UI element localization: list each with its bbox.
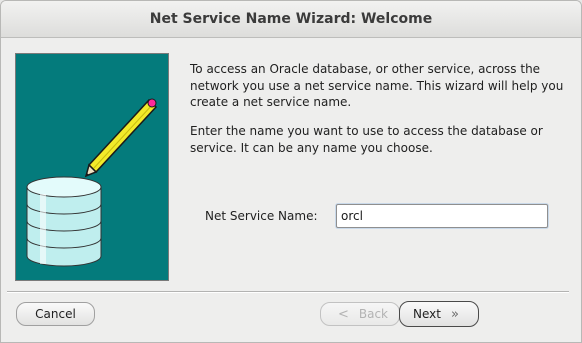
wizard-content: To access an Oracle database, or other s… [1, 38, 581, 342]
chevron-left-icon: < [337, 306, 349, 322]
back-button[interactable]: < Back [320, 302, 400, 326]
database-icon [26, 176, 102, 267]
database-pencil-icon [26, 98, 158, 267]
cancel-label: Cancel [35, 307, 76, 321]
chevron-right-icon: » [451, 306, 459, 322]
database-pencil-illustration [15, 53, 169, 281]
window-title: Net Service Name Wizard: Welcome [149, 11, 433, 27]
instruction-paragraph: Enter the name you want to use to access… [190, 124, 543, 155]
net-service-name-label: Net Service Name: [205, 209, 318, 223]
pencil-icon [84, 98, 158, 178]
cancel-button[interactable]: Cancel [16, 302, 95, 326]
intro-paragraph: To access an Oracle database, or other s… [190, 62, 564, 109]
wizard-window: Net Service Name Wizard: Welcome To acce… [0, 0, 582, 343]
next-label: Next [413, 307, 441, 321]
button-divider [7, 291, 569, 293]
title-bar[interactable]: Net Service Name Wizard: Welcome [1, 1, 581, 38]
next-button[interactable]: Next » [399, 301, 479, 327]
net-service-name-input[interactable] [336, 204, 548, 228]
back-label: Back [358, 307, 389, 321]
